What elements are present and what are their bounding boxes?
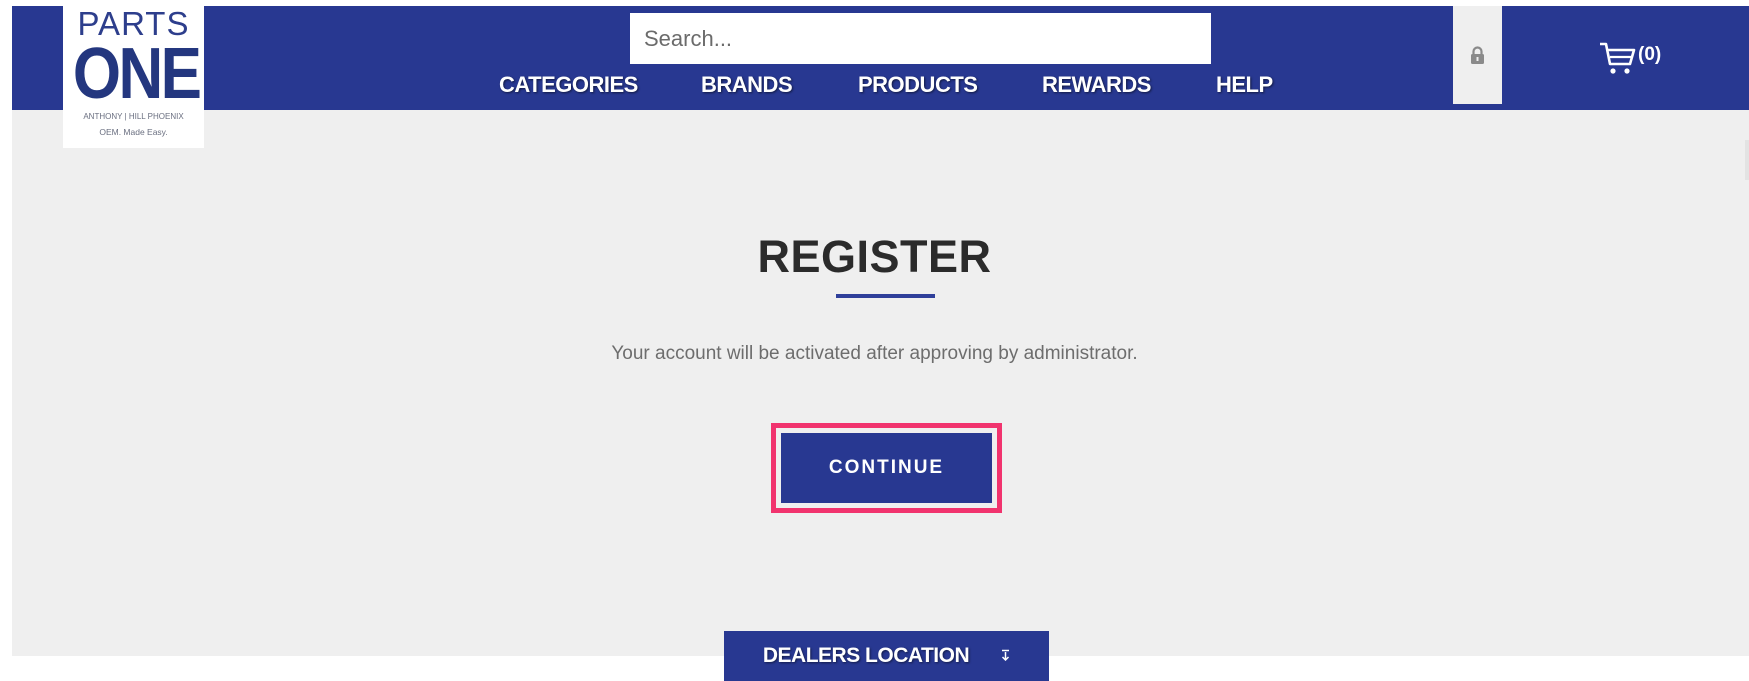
cart-button[interactable]: (0) [1598,40,1661,76]
arrow-down-icon [1001,649,1010,663]
nav-brands[interactable]: BRANDS [701,72,793,102]
dealers-location-label: DEALERS LOCATION [762,644,970,667]
scrollbar-edge [1745,140,1749,180]
activation-message: Your account will be activated after app… [611,343,1138,364]
search-input[interactable] [630,13,1211,64]
nav-help[interactable]: HELP [1216,72,1273,102]
nav-products[interactable]: PRODUCTS [858,72,978,102]
main-content-area [12,110,1749,656]
dealers-location-button[interactable]: DEALERS LOCATION [724,631,1049,681]
page-title: REGISTER [757,231,992,282]
cart-count: (0) [1638,44,1662,65]
nav-rewards[interactable]: REWARDS [1042,72,1151,102]
cart-icon [1600,42,1636,74]
lock-icon [1471,46,1484,64]
logo-one-text: ONE [72,34,202,114]
logo-tagline-brands: ANTHONY | HILL PHOENIX [83,112,184,121]
parts-one-logo[interactable]: PARTS ONE ANTHONY | HILL PHOENIX OEM. Ma… [63,0,204,148]
logo-tagline-slogan: OEM. Made Easy. [99,127,168,137]
account-login-button[interactable] [1453,6,1502,104]
title-underline [836,294,935,298]
continue-button[interactable]: CONTINUE [781,433,992,503]
page: PARTS ONE ANTHONY | HILL PHOENIX OEM. Ma… [0,0,1749,681]
nav-categories[interactable]: CATEGORIES [499,72,638,102]
